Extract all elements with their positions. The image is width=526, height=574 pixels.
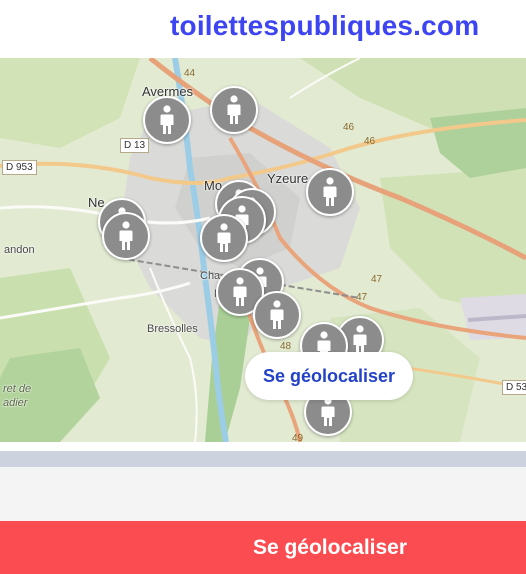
geolocate-bubble[interactable]: Se géolocaliser [245,352,413,400]
place-label-chemilly: Cha [200,270,221,282]
road-number-44: 44 [184,68,196,79]
site-header: toilettespubliques.com [0,0,526,58]
road-shield-d53: D 53 [502,380,526,395]
road-shield-d13: D 13 [120,138,150,153]
person-icon [268,300,286,330]
road-number-48: 48 [280,341,292,352]
road-number-47b: 47 [356,292,368,303]
person-icon [158,105,176,135]
info-panel [0,467,526,521]
toilet-marker[interactable] [253,291,301,339]
place-label-foret-de: ret de [3,383,32,395]
toilet-marker[interactable] [143,96,191,144]
road-number-47a: 47 [371,274,383,285]
toilet-marker[interactable] [306,168,354,216]
person-icon [319,397,337,427]
place-label-andon: andon [4,244,35,256]
person-icon [117,221,135,251]
toilet-marker[interactable] [210,86,258,134]
place-label-bressolles: Bressolles [147,323,198,335]
person-icon [351,325,369,355]
place-label-yzeure: Yzeure [267,171,309,186]
toilet-marker[interactable] [102,212,150,260]
road-number-46a: 46 [343,122,355,133]
road-shield-d953: D 953 [2,160,37,175]
toilet-marker[interactable] [200,214,248,262]
map-view[interactable]: Avermes Yzeure Mo Ne Bressolles andon Ch… [0,58,526,442]
place-label-adier: adier [3,397,28,409]
road-number-46b: 46 [364,136,376,147]
person-icon [225,95,243,125]
road-number-49: 49 [292,433,304,442]
map-bottom-band [0,451,526,467]
person-icon [231,277,249,307]
geolocate-button[interactable]: Se géolocaliser [0,521,526,574]
site-title[interactable]: toilettespubliques.com [170,10,479,42]
person-icon [321,177,339,207]
person-icon [215,223,233,253]
